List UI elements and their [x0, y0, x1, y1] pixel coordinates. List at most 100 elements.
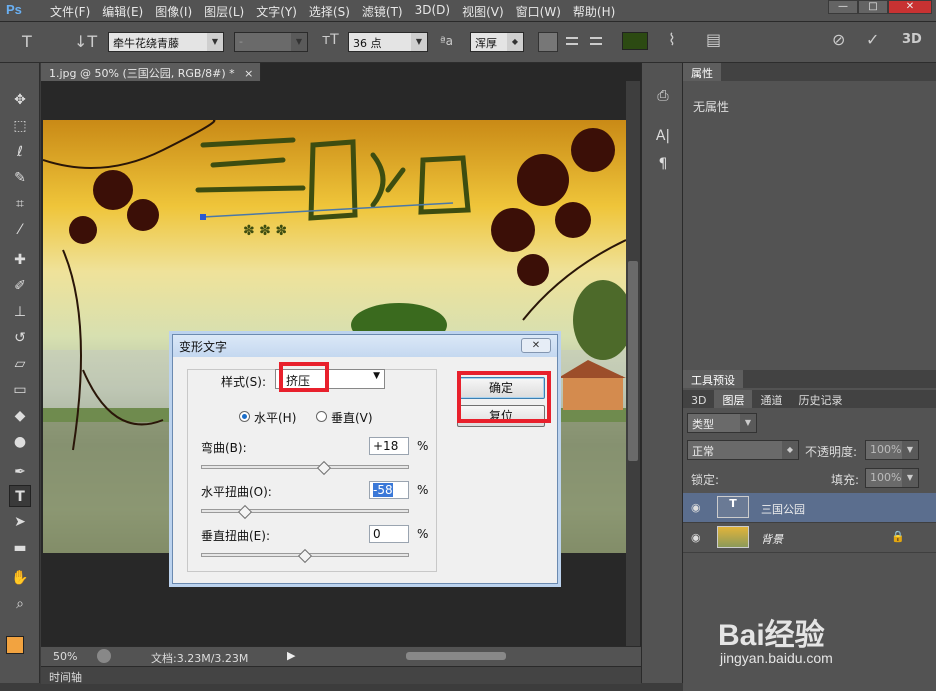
background-layer-thumbnail	[717, 526, 749, 548]
brush-tool-icon[interactable]: ✐	[9, 275, 31, 297]
layers-panel-tab[interactable]: 通道	[752, 390, 790, 408]
font-family-select[interactable]: 牵牛花绕青藤 ▼	[108, 32, 224, 52]
menu-item[interactable]: 图像(I)	[149, 3, 198, 20]
style-label: 样式(S):	[221, 375, 267, 389]
layer-row-background[interactable]: ◉ 背景 🔒	[683, 523, 936, 553]
layer-name[interactable]: 背景	[761, 531, 783, 547]
vertical-distortion-input[interactable]: 0	[369, 525, 409, 543]
properties-text: 无属性	[693, 100, 730, 114]
crop-tool-icon[interactable]: ⌗	[9, 193, 31, 215]
layer-name[interactable]: 三国公园	[761, 501, 805, 517]
maximize-button[interactable]: □	[858, 0, 888, 14]
stamp-tool-icon[interactable]: ⊥	[9, 301, 31, 323]
paragraph-icon[interactable]: ¶	[652, 153, 674, 175]
layers-panel-tab[interactable]: 3D	[683, 392, 714, 410]
document-tab[interactable]: 1.jpg @ 50% (三国公园, RGB/8#) * ×	[41, 63, 261, 81]
layers-panel-tab[interactable]: 图层	[714, 390, 753, 408]
antialias-select[interactable]: 浑厚 ◆	[470, 32, 524, 52]
bend-unit: %	[417, 439, 429, 453]
character-panel-icon[interactable]: ▤	[706, 30, 721, 49]
character-icon[interactable]: A|	[652, 125, 674, 147]
vertical-label[interactable]: 垂直(V)	[331, 409, 373, 426]
bend-input[interactable]: +18	[369, 437, 409, 455]
cancel-icon[interactable]: ⊘	[832, 30, 845, 49]
menu-item[interactable]: 帮助(H)	[567, 3, 621, 20]
layers-panel-tab[interactable]: 历史记录	[790, 390, 850, 408]
toggle-orientation-icon[interactable]: ↓T	[74, 32, 97, 51]
timeline-tab[interactable]: 时间轴	[49, 669, 82, 685]
menu-item[interactable]: 图层(L)	[198, 3, 250, 20]
menu-item[interactable]: 文件(F)	[44, 3, 96, 20]
eraser-icon[interactable]: ▱	[9, 353, 31, 375]
menu-item[interactable]: 视图(V)	[456, 3, 510, 20]
dodge-tool-icon[interactable]: ●	[9, 431, 31, 453]
menu-item[interactable]: 窗口(W)	[510, 3, 567, 20]
hand-tool-icon[interactable]: ✋	[9, 567, 31, 589]
path-select-icon[interactable]: ➤	[9, 511, 31, 533]
visibility-eye-icon[interactable]: ◉	[691, 531, 701, 544]
horizontal-label[interactable]: 水平(H)	[254, 409, 296, 426]
quick-select-icon[interactable]: ✎	[9, 167, 31, 189]
horizontal-distortion-slider[interactable]	[201, 509, 409, 513]
status-bar: 50% 文档:3.23M/3.23M ▶	[41, 646, 641, 666]
font-size-select[interactable]: 36 点 ▼	[348, 32, 428, 52]
canvas-vertical-scrollbar[interactable]	[626, 81, 640, 646]
lasso-tool-icon[interactable]: ℓ	[9, 141, 31, 163]
dialog-close-button[interactable]: ✕	[521, 338, 551, 353]
fill-input[interactable]: 100% ▼	[865, 468, 919, 488]
history-brush-icon[interactable]: ↺	[9, 327, 31, 349]
blur-tool-icon[interactable]: ◆	[9, 405, 31, 427]
menu-item[interactable]: 文字(Y)	[250, 3, 303, 20]
type-tool-selected-icon[interactable]: T	[9, 485, 31, 507]
timeline-panel: 时间轴	[41, 666, 641, 684]
move-tool-icon[interactable]: ✥	[9, 89, 31, 111]
menu-item[interactable]: 选择(S)	[303, 3, 356, 20]
commit-icon[interactable]: ✓	[866, 30, 879, 49]
scroll-thumb[interactable]	[628, 261, 638, 461]
vertical-radio[interactable]	[316, 411, 327, 422]
marquee-tool-icon[interactable]: ⬚	[9, 115, 31, 137]
visibility-eye-icon[interactable]: ◉	[691, 501, 701, 514]
shape-tool-icon[interactable]: ▬	[9, 537, 31, 559]
zoom-level[interactable]: 50%	[53, 650, 77, 663]
photoshop-logo: Ps	[6, 2, 22, 17]
type-tool-icon[interactable]: T	[22, 32, 32, 51]
bend-label: 弯曲(B):	[201, 441, 247, 455]
foreground-color-icon[interactable]	[6, 636, 24, 654]
gradient-tool-icon[interactable]: ▭	[9, 379, 31, 401]
healing-brush-icon[interactable]: ✚	[9, 249, 31, 271]
menu-item[interactable]: 3D(D)	[409, 3, 456, 20]
vertical-distortion-label: 垂直扭曲(E):	[201, 529, 270, 543]
layers-tabbar: 3D 图层 通道 历史记录	[683, 390, 936, 408]
font-style-select[interactable]: - ▼	[234, 32, 308, 52]
align-right-icon[interactable]	[586, 32, 606, 52]
tool-presets-icon[interactable]: ⎙	[652, 85, 674, 107]
align-left-icon[interactable]	[538, 32, 558, 52]
properties-tab[interactable]: 属性	[683, 63, 721, 81]
layer-row-text[interactable]: ◉ T 三国公园	[683, 493, 936, 523]
opacity-input[interactable]: 100% ▼	[865, 440, 919, 460]
menu-item[interactable]: 滤镜(T)	[356, 3, 409, 20]
eyedropper-icon[interactable]: ⁄	[9, 219, 31, 241]
warp-text-icon[interactable]: ⌇	[668, 30, 676, 49]
align-center-icon[interactable]	[562, 32, 582, 52]
close-tab-icon[interactable]: ×	[244, 67, 253, 80]
blend-mode-select[interactable]: 正常 ◆	[687, 440, 799, 460]
close-window-button[interactable]: ✕	[888, 0, 932, 14]
options-bar: T ↓T 牵牛花绕青藤 ▼ - ▼ тT 36 点 ▼ ªa 浑厚 ◆ ⌇ ▤ ⊘ ✓ …	[0, 22, 936, 63]
zoom-tool-icon[interactable]: ⌕	[9, 593, 31, 615]
status-arrow-icon[interactable]: ▶	[287, 649, 295, 662]
3d-icon[interactable]: 3D	[902, 32, 922, 47]
text-color-swatch[interactable]	[622, 32, 648, 50]
tool-presets-tab[interactable]: 工具预设	[683, 370, 743, 388]
minimize-button[interactable]: —	[828, 0, 858, 14]
layer-filter-select[interactable]: 类型 ▼	[687, 413, 757, 433]
properties-tabbar: 属性	[683, 63, 936, 81]
pen-tool-icon[interactable]: ✒	[9, 461, 31, 483]
bend-slider[interactable]	[201, 465, 409, 469]
horizontal-radio[interactable]	[239, 411, 250, 422]
menu-item[interactable]: 编辑(E)	[96, 3, 149, 20]
horizontal-scroll-thumb[interactable]	[406, 652, 506, 660]
status-icon[interactable]	[97, 649, 111, 663]
horizontal-distortion-input[interactable]: -58	[369, 481, 409, 499]
